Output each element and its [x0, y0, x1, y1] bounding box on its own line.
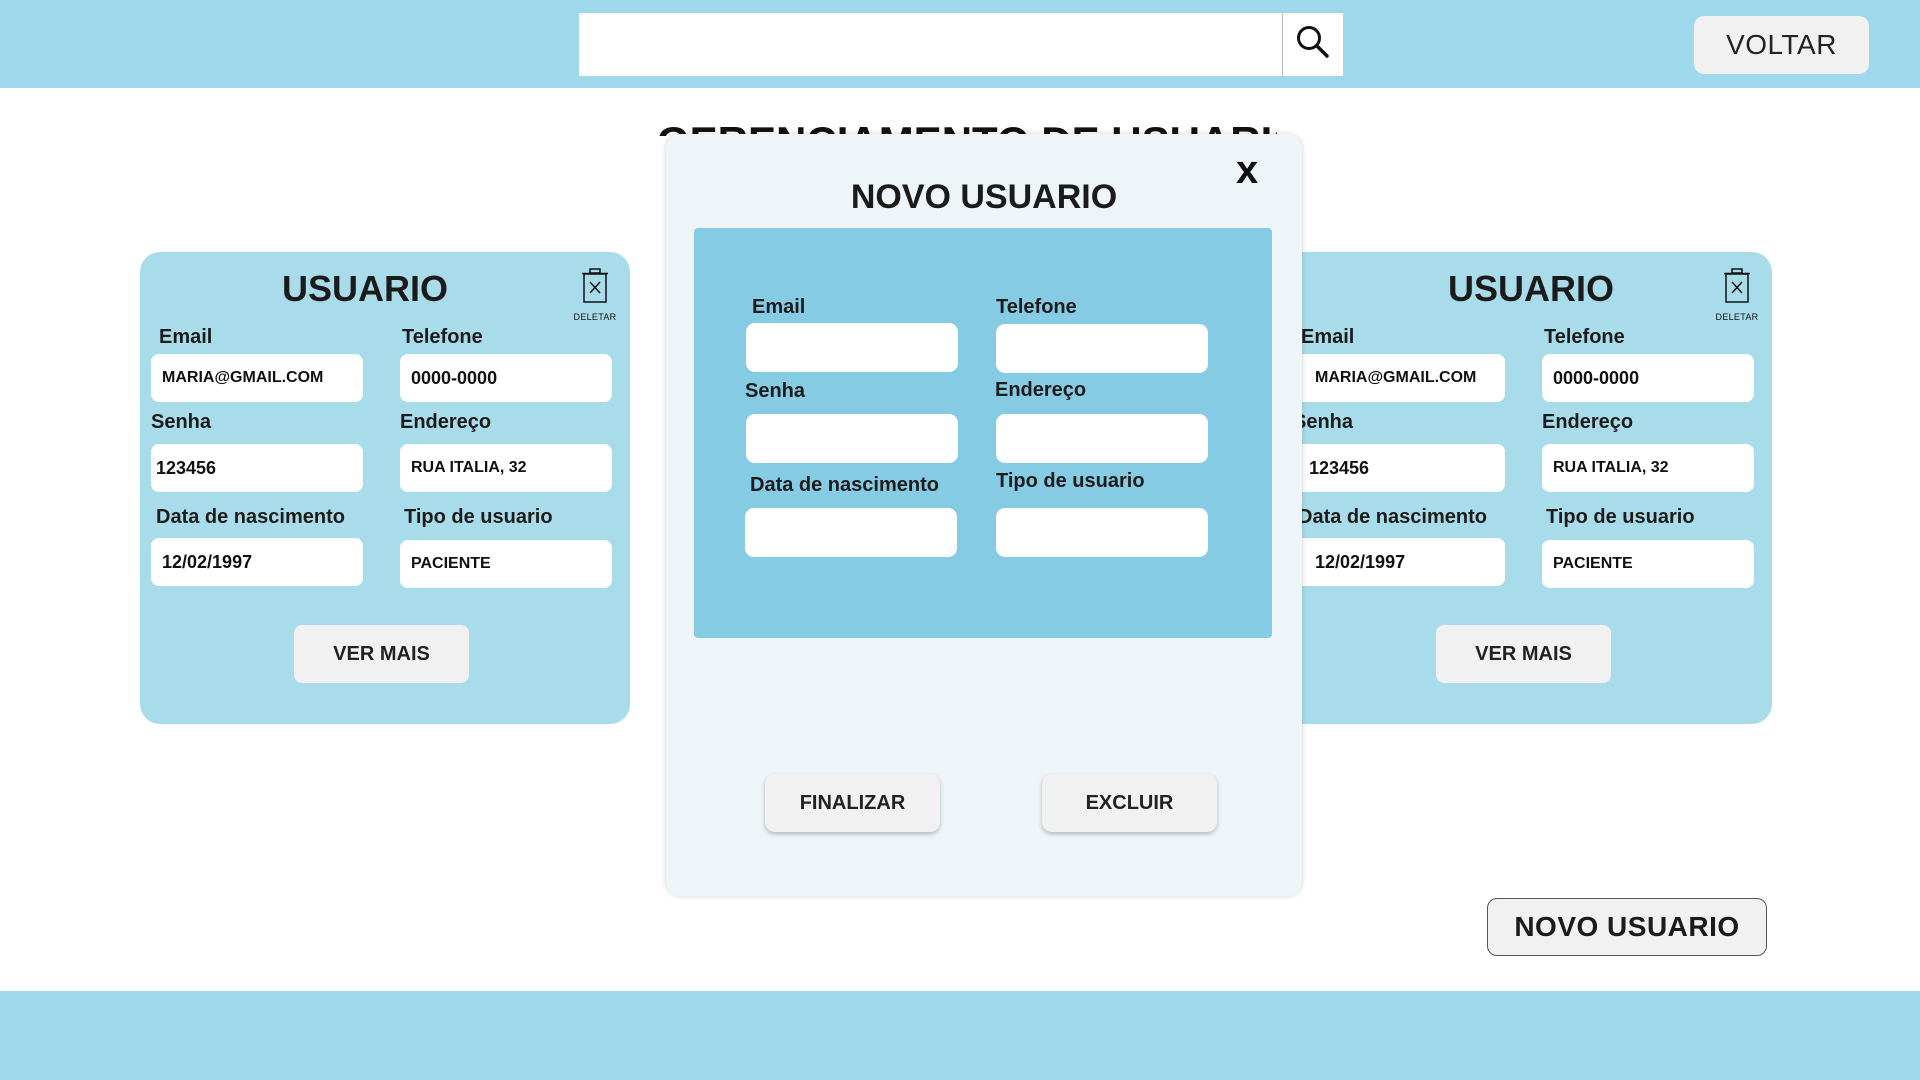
new-user-button[interactable]: NOVO USUARIO	[1487, 898, 1767, 956]
delete-button[interactable]: DELETAR	[1712, 268, 1762, 322]
address-value: RUA ITALIA, 32	[400, 444, 612, 492]
header-bar: VOLTAR	[0, 0, 1920, 88]
delete-button[interactable]: EXCLUIR	[1042, 774, 1217, 832]
phone-value: 0000-0000	[400, 354, 612, 402]
birth-label: Data de nascimento	[750, 474, 939, 496]
footer-bar	[0, 991, 1920, 1080]
email-label: Email	[752, 296, 806, 318]
new-user-modal: NOVO USUARIO x Email Telefone Senha Ende…	[666, 134, 1302, 896]
search-input[interactable]	[579, 13, 1282, 76]
delete-label: DELETAR	[1715, 312, 1759, 322]
email-label: Email	[159, 326, 213, 348]
type-field[interactable]	[996, 508, 1208, 557]
search-bar	[579, 13, 1343, 76]
password-field[interactable]	[746, 414, 958, 463]
trash-icon	[1722, 268, 1752, 309]
user-card-title: USUARIO	[1447, 268, 1614, 309]
user-management-page: VOLTAR GERENCIAMENTO DE USUARIO USUARIO …	[0, 0, 1920, 1080]
birth-value: 12/02/1997	[1293, 538, 1505, 586]
email-value: MARIA@GMAIL.COM	[1293, 354, 1505, 402]
address-label: Endereço	[400, 411, 492, 433]
search-icon	[1295, 24, 1331, 65]
phone-label: Telefone	[1544, 326, 1625, 348]
birth-label: Data de nascimento	[1298, 506, 1487, 528]
phone-value: 0000-0000	[1542, 354, 1754, 402]
user-card: USUARIO DELETAR Email Telefone MARIA@GMA…	[140, 252, 630, 724]
close-icon: x	[1236, 148, 1259, 192]
address-field[interactable]	[996, 414, 1208, 463]
address-label: Endereço	[1542, 411, 1634, 433]
email-value: MARIA@GMAIL.COM	[151, 354, 363, 402]
new-user-form: Email Telefone Senha Endereço Data de na…	[694, 228, 1272, 638]
type-value: PACIENTE	[1542, 540, 1754, 588]
email-label: Email	[1301, 326, 1355, 348]
type-value: PACIENTE	[400, 540, 612, 588]
phone-field[interactable]	[996, 324, 1208, 373]
close-button[interactable]: x	[1236, 150, 1258, 190]
password-value: 123456	[1293, 444, 1505, 492]
password-value: 123456	[151, 444, 363, 492]
user-card-title: USUARIO	[281, 268, 448, 309]
user-card: USUARIO DELETAR Email Telefone MARIA@GMA…	[1282, 252, 1772, 724]
birth-field[interactable]	[745, 508, 957, 557]
email-field[interactable]	[746, 323, 958, 372]
type-label: Tipo de usuario	[1546, 506, 1695, 528]
phone-label: Telefone	[996, 296, 1077, 318]
password-label: Senha	[151, 411, 212, 433]
search-button[interactable]	[1282, 13, 1343, 76]
type-label: Tipo de usuario	[404, 506, 553, 528]
trash-icon	[580, 268, 610, 309]
type-label: Tipo de usuario	[996, 470, 1145, 492]
address-label: Endereço	[995, 379, 1087, 401]
delete-label: DELETAR	[573, 312, 617, 322]
see-more-button[interactable]: VER MAIS	[294, 625, 469, 683]
password-label: Senha	[745, 380, 806, 402]
see-more-button[interactable]: VER MAIS	[1436, 625, 1611, 683]
finish-button[interactable]: FINALIZAR	[765, 774, 940, 832]
page-title: GERENCIAMENTO DE USUARIO	[657, 114, 1277, 136]
phone-label: Telefone	[402, 326, 483, 348]
back-button[interactable]: VOLTAR	[1694, 16, 1869, 74]
birth-value: 12/02/1997	[151, 538, 363, 586]
modal-title: NOVO USUARIO	[850, 178, 1118, 216]
address-value: RUA ITALIA, 32	[1542, 444, 1754, 492]
birth-label: Data de nascimento	[156, 506, 345, 528]
password-label: Senha	[1293, 411, 1354, 433]
delete-button[interactable]: DELETAR	[570, 268, 620, 322]
